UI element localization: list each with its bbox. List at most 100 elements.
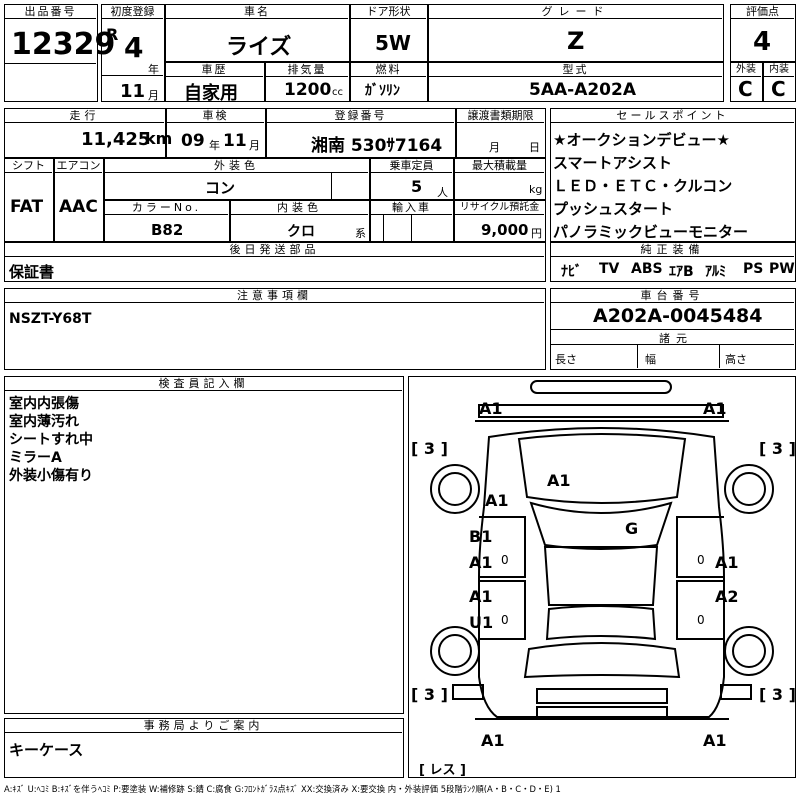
history-label: 車歴: [166, 63, 263, 77]
shift-label: シフト: [5, 159, 52, 173]
interior-grade-cell: 内装 C: [763, 62, 796, 102]
inspector-note: シートすれ中: [9, 432, 93, 448]
label-roof: G: [625, 519, 639, 538]
fuel-cell: 燃料 ｶﾞｿﾘﾝ: [350, 62, 428, 102]
history-cell: 車歴 自家用: [165, 62, 265, 104]
inspector-note: 室内内張傷: [9, 396, 79, 412]
label-tire-rl: [ 3 ]: [411, 685, 448, 704]
capacity-value: 5: [411, 177, 423, 196]
reg-no-value: 湘南 530ｻ7164: [311, 136, 443, 156]
notes-label: 注意事項欄: [5, 289, 544, 303]
model-label: 型式: [429, 63, 722, 77]
inspector-cell: 検査員記入欄 室内内張傷 室内薄汚れ シートすれ中 ミラーA 外装小傷有り: [4, 376, 404, 714]
label-mark-0: 0: [697, 613, 705, 627]
label-rear-door-left-2: U1: [469, 613, 494, 632]
genuine-item: TV: [599, 261, 620, 277]
aircon-value: AAC: [59, 197, 98, 217]
score-cell: 評価点 4: [730, 4, 796, 62]
notes-cell: 注意事項欄 NSZT-Y68T: [4, 288, 546, 370]
import-cell: 輸入車: [370, 200, 454, 242]
color-no-label: カラーNo.: [105, 201, 228, 215]
car-name-label: 車名: [166, 5, 348, 19]
office-cell: 事務局よりご案内 キーケース: [4, 718, 404, 778]
person-unit: 人: [437, 186, 448, 199]
ext-color-value: コン: [205, 179, 236, 197]
transfer-label: 譲渡書類期限: [457, 109, 544, 123]
label-rear-door-left-1: A1: [469, 587, 493, 606]
door-cell: ドア形状 5W: [350, 4, 428, 62]
length-label: 長さ: [555, 353, 577, 366]
grade-label: グレード: [429, 5, 722, 19]
label-front-right: A1: [703, 399, 727, 418]
lot-no-value: 12329: [11, 27, 116, 62]
score-label: 評価点: [731, 5, 794, 19]
legend: A:ｷｽﾞ U:ﾍｺﾐ B:ｷｽﾞを伴うﾍｺﾐ P:要塗装 W:補修跡 S:錆 …: [4, 784, 561, 794]
month-unit: 月: [148, 89, 159, 102]
color-no-cell: カラーNo. B82: [104, 200, 230, 242]
first-reg-cell: 初度登録 R 4 年 11 月: [101, 4, 165, 102]
label-rear-door-right: A2: [715, 587, 739, 606]
sales-point-item: プッシュスタート: [553, 200, 674, 218]
ext-color-label: 外装色: [105, 159, 368, 173]
kg-unit: kg: [529, 183, 543, 196]
fuel-value: ｶﾞｿﾘﾝ: [365, 83, 400, 99]
car-outline: [430, 380, 774, 720]
car-diagram: A1 A1 [ 3 ] [ 3 ] A1 A1 G B1 A1 0 0 A1 A…: [408, 376, 796, 778]
displacement-value: 1200: [284, 80, 332, 100]
transfer-day-unit: 日: [529, 141, 540, 154]
mileage-value: 11,425: [81, 129, 151, 150]
reg-year-value: 4: [124, 31, 144, 64]
inspection-year-value: 09: [181, 131, 205, 151]
sales-points-cell: セールスポイント ★オークションデビュー★ スマートアシスト ＬＥＤ・ＥＴＣ・ク…: [550, 108, 796, 242]
genuine-item: PW: [769, 261, 795, 277]
shift-value: FAT: [10, 197, 44, 217]
genuine-equipment-label: 純正装備: [551, 243, 794, 257]
later-parts-label: 後日発送部品: [5, 243, 544, 257]
car-name-cell: 車名 ライズ: [165, 4, 350, 62]
label-hood: A1: [547, 471, 571, 490]
recycle-label: リサイクル預託金: [455, 201, 544, 215]
notes-value: NSZT-Y68T: [9, 311, 92, 327]
fuel-label: 燃料: [351, 63, 426, 77]
inspector-note: 室内薄汚れ: [9, 414, 79, 430]
height-label: 高さ: [725, 353, 747, 366]
capacity-cell: 乗車定員 5 人: [370, 158, 454, 200]
yen-unit: 円: [531, 227, 542, 240]
sales-point-item: パノラミックビューモニター: [553, 223, 749, 241]
label-front-door-left-2: A1: [469, 553, 493, 572]
inspector-label: 検査員記入欄: [5, 377, 402, 391]
office-value: キーケース: [9, 741, 84, 759]
chassis-label: 車台番号: [551, 289, 794, 303]
later-parts-value: 保証書: [9, 263, 55, 281]
sales-point-item: ★オークションデビュー★: [553, 131, 730, 149]
label-spare: [ レス ]: [419, 763, 466, 778]
later-parts-cell: 後日発送部品 保証書: [4, 242, 546, 282]
exterior-grade-cell: 外装 C: [730, 62, 763, 102]
max-load-cell: 最大積載量 kg: [454, 158, 546, 200]
inspection-label: 車検: [167, 109, 264, 123]
import-label: 輸入車: [371, 201, 452, 215]
inspection-cell: 車検 09 年 11 月: [166, 108, 266, 158]
label-mark-0: 0: [501, 553, 509, 567]
displacement-cell: 排気量 1200 cc: [265, 62, 350, 102]
chassis-value: A202A-0045484: [593, 305, 763, 327]
inspection-month-unit: 月: [249, 139, 260, 152]
capacity-label: 乗車定員: [371, 159, 452, 173]
inspector-note: ミラーA: [9, 450, 62, 466]
label-front-left: A1: [479, 399, 503, 418]
genuine-item: ｴｱB: [669, 264, 694, 280]
mileage-cell: 走行 11,425 km: [4, 108, 172, 158]
exterior-grade-value: C: [738, 77, 753, 101]
model-cell: 型式 5AA-A202A: [428, 62, 724, 102]
width-label: 幅: [645, 353, 656, 366]
grade-cell: グレード Z: [428, 4, 724, 62]
model-value: 5AA-A202A: [529, 80, 636, 100]
label-front-door-left-1: B1: [469, 527, 493, 546]
reg-month-value: 11: [120, 81, 146, 102]
label-mark-0: 0: [697, 553, 705, 567]
grade-value: Z: [567, 27, 585, 55]
lot-no-cell: 出品番号 12329: [4, 4, 115, 102]
inspection-year-unit: 年: [209, 139, 220, 152]
inspector-note: 外装小傷有り: [9, 468, 93, 484]
label-tire-rr: [ 3 ]: [759, 685, 796, 704]
